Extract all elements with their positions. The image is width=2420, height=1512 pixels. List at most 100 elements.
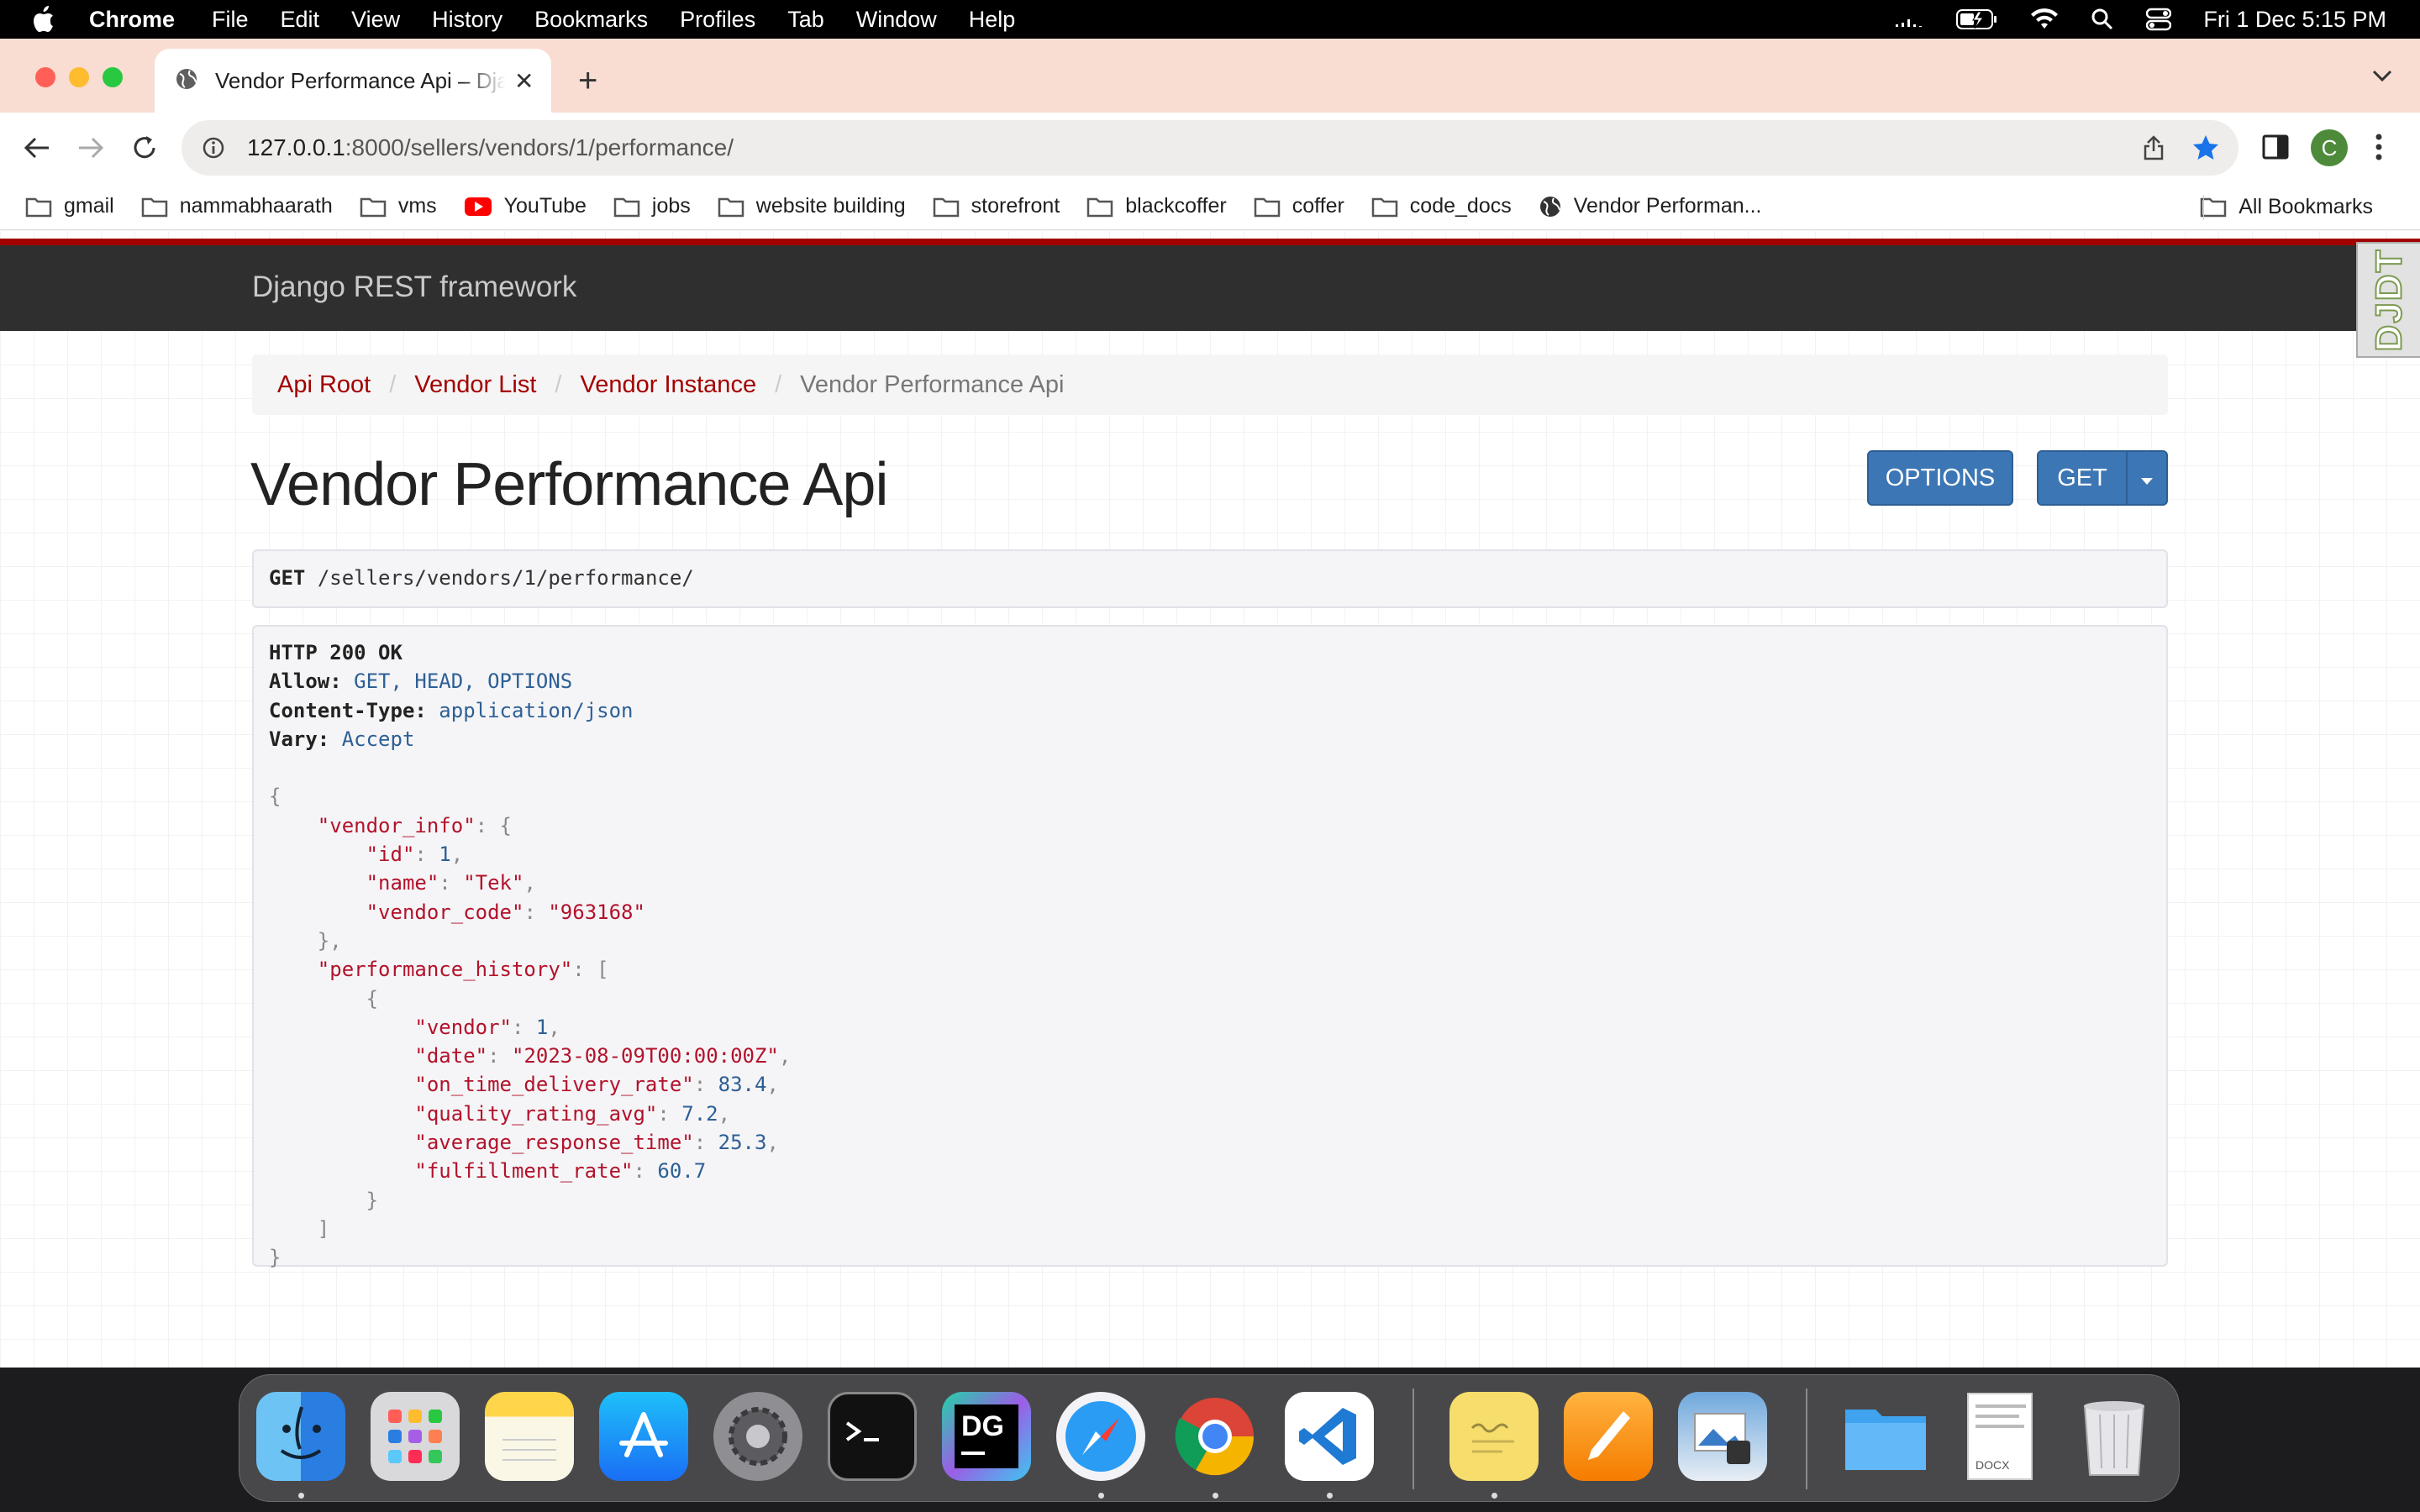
pages-icon[interactable]	[1564, 1392, 1653, 1481]
dock-separator	[1413, 1389, 1414, 1489]
header-value-allow: GET, HEAD, OPTIONS	[354, 669, 573, 694]
system-settings-icon[interactable]	[713, 1392, 802, 1481]
datagrip-icon[interactable]: DG	[942, 1392, 1031, 1481]
site-info-icon[interactable]	[202, 135, 227, 160]
json-key: "vendor_code"	[366, 900, 524, 924]
apple-icon[interactable]	[30, 4, 60, 34]
window-minimize-button[interactable]	[69, 67, 89, 87]
bookmark-website-building[interactable]: website building	[718, 194, 906, 218]
address-bar[interactable]: 127.0.0.1:8000/sellers/vendors/1/perform…	[182, 120, 2238, 176]
bookmarks-divider	[2203, 195, 2204, 220]
new-tab-plus-icon[interactable]: +	[578, 64, 597, 97]
breadcrumb-separator: /	[775, 370, 782, 398]
vscode-icon[interactable]	[1285, 1392, 1374, 1481]
request-method: GET	[269, 566, 306, 590]
folder-icon[interactable]	[1841, 1392, 1930, 1481]
json-key: "on_time_delivery_rate"	[414, 1073, 694, 1097]
json-brace: }	[269, 1246, 281, 1270]
bookmark-coffer[interactable]: coffer	[1254, 194, 1344, 218]
header-name-content-type: Content-Type:	[269, 698, 427, 722]
window-zoom-button[interactable]	[103, 67, 123, 87]
menu-bookmarks[interactable]: Bookmarks	[534, 7, 648, 33]
breadcrumb-vendor-list[interactable]: Vendor List	[414, 371, 536, 399]
docx-label: DOCX	[1975, 1458, 2010, 1472]
macos-menu-bar: Chrome File Edit View History Bookmarks …	[0, 0, 2420, 39]
bookmark-nammabhaarath[interactable]: nammabhaarath	[141, 194, 333, 218]
activity-icon[interactable]	[1894, 9, 1924, 29]
json-key: "quality_rating_avg"	[414, 1101, 658, 1126]
wifi-icon[interactable]	[2030, 8, 2059, 30]
breadcrumb-vendor-instance[interactable]: Vendor Instance	[580, 371, 756, 399]
side-panel-icon[interactable]	[2262, 134, 2289, 164]
battery-icon[interactable]	[1956, 8, 1998, 30]
stickies-icon[interactable]	[1449, 1392, 1539, 1481]
bookmark-storefront[interactable]: storefront	[933, 194, 1060, 218]
menu-view[interactable]: View	[351, 7, 400, 33]
reload-icon[interactable]	[129, 133, 160, 163]
tab-search-chevron-icon[interactable]	[2371, 69, 2393, 87]
breadcrumb-api-root[interactable]: Api Root	[277, 371, 371, 399]
json-value: "2023-08-09T00:00:00Z"	[512, 1044, 779, 1068]
url-text[interactable]: 127.0.0.1:8000/sellers/vendors/1/perform…	[247, 134, 734, 161]
safari-icon[interactable]	[1056, 1392, 1145, 1481]
bookmark-youtube[interactable]: YouTube	[464, 194, 587, 218]
menu-clock[interactable]: Fri 1 Dec 5:15 PM	[2203, 7, 2386, 33]
bookmark-label: All Bookmarks	[2238, 194, 2373, 218]
chrome-menu-icon[interactable]	[2375, 133, 2383, 165]
control-center-icon[interactable]	[2146, 8, 2172, 31]
menu-help[interactable]: Help	[969, 7, 1016, 33]
menu-app-name[interactable]: Chrome	[89, 7, 175, 33]
get-button[interactable]: GET	[2037, 450, 2128, 506]
preview-icon[interactable]	[1678, 1392, 1767, 1481]
all-bookmarks-button[interactable]: All Bookmarks	[2200, 183, 2373, 230]
browser-tab-active[interactable]: Vendor Performance Api – Django REST fra…	[155, 49, 551, 113]
bookmark-vendor-performance[interactable]: Vendor Performan...	[1539, 194, 1761, 218]
profile-avatar[interactable]: C	[2311, 129, 2348, 166]
menu-file[interactable]: File	[212, 7, 249, 33]
menu-profiles[interactable]: Profiles	[680, 7, 755, 33]
bookmark-vms[interactable]: vms	[360, 194, 437, 218]
json-key: "vendor"	[414, 1015, 512, 1039]
back-arrow-icon[interactable]	[22, 133, 52, 163]
header-value-content-type: application/json	[439, 698, 634, 722]
globe-favicon-icon	[175, 67, 198, 95]
share-icon[interactable]	[2143, 135, 2165, 165]
bookmark-jobs[interactable]: jobs	[613, 194, 691, 218]
finder-icon[interactable]	[256, 1392, 345, 1481]
bookmark-gmail[interactable]: gmail	[25, 194, 114, 218]
json-value: "Tek"	[463, 871, 524, 895]
drf-brand-link[interactable]: Django REST framework	[252, 270, 576, 304]
folder-icon	[613, 196, 640, 218]
bookmark-star-icon[interactable]	[2191, 134, 2220, 166]
window-close-button[interactable]	[35, 67, 55, 87]
menu-window[interactable]: Window	[856, 7, 937, 33]
running-indicator	[1327, 1493, 1333, 1499]
doc-line	[1975, 1415, 2019, 1418]
datagrip-underline	[961, 1452, 985, 1455]
notes-icon[interactable]	[485, 1392, 574, 1481]
django-debug-toolbar-handle[interactable]: DJDT	[2356, 242, 2420, 358]
trash-icon[interactable]	[2070, 1392, 2159, 1481]
menu-history[interactable]: History	[432, 7, 502, 33]
options-button[interactable]: OPTIONS	[1867, 450, 2013, 506]
terminal-icon[interactable]	[828, 1392, 917, 1481]
tab-close-icon[interactable]: ✕	[514, 67, 534, 95]
bookmark-code-docs[interactable]: code_docs	[1371, 194, 1512, 218]
header-value-vary: Accept	[341, 727, 415, 751]
launchpad-icon[interactable]	[371, 1392, 460, 1481]
json-value: "963168"	[548, 900, 645, 924]
spotlight-search-icon[interactable]	[2091, 8, 2114, 31]
bookmark-label: gmail	[64, 194, 114, 218]
json-key: "average_response_time"	[414, 1131, 694, 1155]
request-info: GET /sellers/vendors/1/performance/	[252, 549, 2168, 608]
menu-tab[interactable]: Tab	[787, 7, 824, 33]
response-info: HTTP 200 OK Allow: GET, HEAD, OPTIONS Co…	[252, 625, 2168, 1270]
bookmark-blackcoffer[interactable]: blackcoffer	[1086, 194, 1227, 218]
app-store-icon[interactable]	[599, 1392, 688, 1481]
docx-icon[interactable]: DOCX	[1955, 1392, 2044, 1481]
bookmark-label: YouTube	[503, 194, 587, 218]
forward-arrow-icon[interactable]	[76, 133, 106, 163]
menu-edit[interactable]: Edit	[281, 7, 320, 33]
get-format-dropdown-button[interactable]	[2126, 450, 2168, 506]
chrome-icon[interactable]	[1171, 1392, 1260, 1481]
